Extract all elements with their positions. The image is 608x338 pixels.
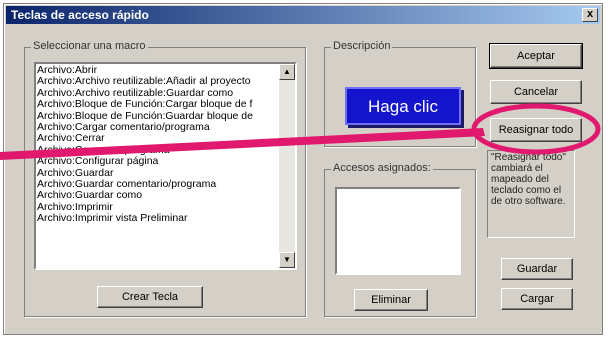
- macro-group: Seleccionar una macro Archivo:Abrir Archi…: [24, 40, 306, 317]
- load-button-label: Cargar: [520, 293, 554, 305]
- cancel-button-label: Cancelar: [513, 86, 559, 98]
- reassign-all-button[interactable]: Reasignar todo: [490, 118, 582, 142]
- assigned-list[interactable]: [335, 187, 461, 275]
- scroll-up-arrow-icon: ▲: [283, 67, 291, 76]
- load-button[interactable]: Cargar: [501, 288, 573, 310]
- assigned-group-label: Accesos asignados:: [331, 162, 433, 174]
- macro-items: Archivo:Abrir Archivo:Archivo reutilizabl…: [36, 64, 279, 224]
- accept-button[interactable]: Aceptar: [489, 43, 583, 69]
- macro-list-item[interactable]: Archivo:Bloque de Función:Cargar bloque …: [36, 98, 279, 110]
- description-group-label: Descripción: [331, 40, 393, 52]
- macro-list[interactable]: Archivo:Abrir Archivo:Archivo reutilizabl…: [34, 62, 297, 270]
- title-bar[interactable]: Teclas de acceso rápido x: [6, 6, 600, 24]
- macro-list-item[interactable]: Archivo:Configurar página: [36, 155, 279, 167]
- scroll-up-button[interactable]: ▲: [279, 64, 295, 80]
- save-button[interactable]: Guardar: [501, 258, 573, 280]
- macro-list-item[interactable]: Archivo:Guardar como: [36, 189, 279, 201]
- close-button[interactable]: x: [582, 8, 598, 22]
- create-key-button[interactable]: Crear Tecla: [97, 286, 203, 308]
- scroll-down-button[interactable]: ▼: [279, 252, 295, 268]
- delete-button[interactable]: Eliminar: [354, 289, 428, 311]
- save-button-label: Guardar: [516, 263, 558, 275]
- assigned-group: Accesos asignados: Eliminar: [324, 162, 476, 317]
- accept-button-label: Aceptar: [517, 50, 555, 62]
- click-here-callout: Haga clic: [345, 87, 461, 125]
- window-title: Teclas de acceso rápido: [11, 8, 149, 22]
- callout-text: Haga clic: [368, 97, 438, 116]
- create-key-button-label: Crear Tecla: [121, 291, 179, 303]
- macro-list-scrollbar[interactable]: ▲ ▼: [279, 64, 295, 268]
- macro-list-item[interactable]: Archivo:Imprimir vista Preliminar: [36, 212, 279, 224]
- reassign-all-button-label: Reasignar todo: [498, 124, 574, 136]
- scroll-down-arrow-icon: ▼: [283, 255, 291, 264]
- close-icon: x: [586, 8, 594, 20]
- delete-button-label: Eliminar: [371, 294, 411, 306]
- reassign-tooltip: "Reasignar todo" cambiará el mapeado del…: [487, 150, 575, 238]
- macro-group-label: Seleccionar una macro: [31, 40, 148, 52]
- cancel-button[interactable]: Cancelar: [490, 80, 582, 104]
